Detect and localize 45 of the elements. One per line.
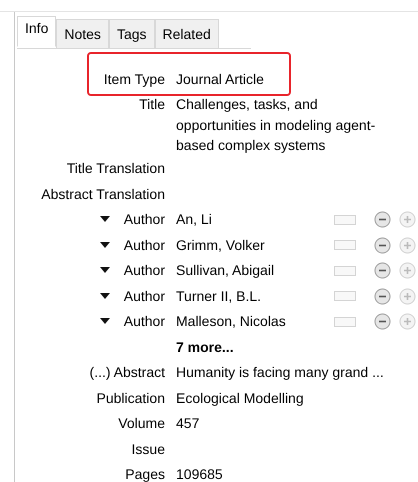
author-name[interactable]: Grimm, Volker: [176, 234, 334, 255]
field-mode-button[interactable]: [334, 214, 356, 224]
tab[interactable]: Notes: [56, 19, 109, 48]
tab[interactable]: Related: [154, 19, 219, 48]
field-mode-button[interactable]: [334, 291, 356, 301]
tab[interactable]: Tags: [108, 19, 155, 48]
field-label[interactable]: Author: [124, 209, 165, 230]
remove-icon[interactable]: [374, 262, 391, 279]
field-value[interactable]: Humanity is facing many grand ...: [176, 362, 418, 382]
field-label[interactable]: Author: [124, 234, 165, 255]
field-label: Title: [139, 95, 165, 114]
field-label[interactable]: Author: [124, 311, 165, 332]
field-mode-button[interactable]: [334, 240, 356, 250]
field-label: Publication: [96, 388, 165, 408]
field-value[interactable]: 457: [176, 413, 418, 434]
field-mode-button[interactable]: [334, 266, 356, 276]
dropdown-caret-icon[interactable]: [100, 216, 110, 222]
field-value[interactable]: Journal Article: [176, 68, 418, 89]
dropdown-caret-icon[interactable]: [100, 267, 110, 274]
author-name[interactable]: Sullivan, Abigail: [176, 260, 334, 280]
remove-icon[interactable]: [374, 288, 391, 304]
field-label[interactable]: Author: [124, 286, 165, 306]
remove-icon[interactable]: [374, 236, 391, 254]
field-label: Abstract Translation: [41, 184, 165, 204]
dropdown-caret-icon[interactable]: [100, 318, 110, 324]
remove-icon[interactable]: [374, 211, 391, 228]
field-label: Volume: [118, 414, 165, 433]
remove-icon[interactable]: [374, 313, 391, 330]
dropdown-caret-icon[interactable]: [100, 292, 110, 299]
field-label: (...) Abstract: [90, 363, 165, 382]
field-label: Title Translation: [66, 159, 165, 178]
author-name[interactable]: Turner II, B.L.: [176, 286, 334, 306]
field-value[interactable]: 109685: [176, 464, 418, 482]
field-value[interactable]: Ecological Modelling: [176, 388, 418, 408]
author-name[interactable]: Malleson, Nicolas: [176, 311, 334, 332]
field-label: Item Type: [104, 70, 165, 89]
author-name[interactable]: An, Li: [176, 209, 334, 230]
field-value[interactable]: Challenges, tasks, and opportunities in modeling agent-based complex systems: [176, 94, 382, 156]
field-mode-button[interactable]: [334, 316, 356, 326]
field-label: Pages: [125, 465, 165, 482]
dropdown-caret-icon[interactable]: [100, 242, 110, 248]
field-label[interactable]: Author: [124, 260, 165, 280]
tab[interactable]: Info: [17, 16, 56, 47]
field-label: Issue: [132, 440, 165, 458]
more-authors-link[interactable]: 7 more...: [176, 336, 418, 357]
